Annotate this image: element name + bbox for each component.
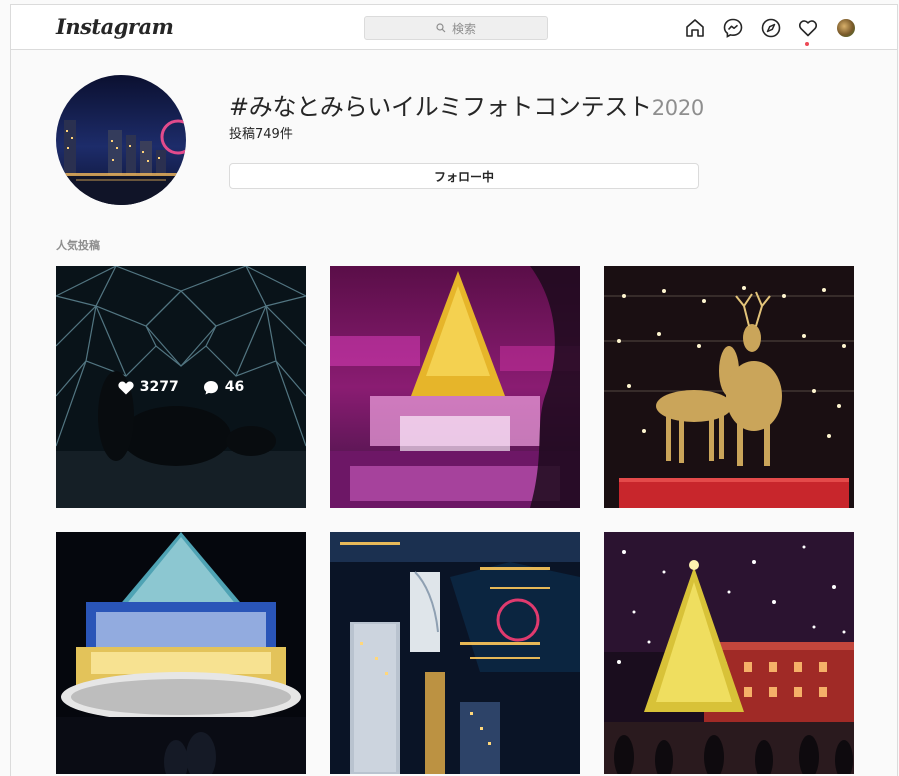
posts-count: 投稿749件 xyxy=(229,127,293,142)
home-button[interactable] xyxy=(684,17,706,39)
post-thumbnail[interactable] xyxy=(604,266,854,508)
comments-stat: 46 xyxy=(203,379,244,395)
top-posts-heading: 人気投稿 xyxy=(56,239,100,252)
post-thumbnail[interactable]: 3277 46 xyxy=(56,266,306,508)
top-navbar: Instagram 検索 xyxy=(11,5,897,50)
activity-button[interactable] xyxy=(797,17,819,39)
search-placeholder: 検索 xyxy=(451,21,476,36)
post-thumbnail[interactable] xyxy=(330,532,580,774)
post-thumbnail[interactable] xyxy=(330,266,580,508)
heart-icon xyxy=(798,20,818,37)
messenger-button[interactable] xyxy=(722,17,744,39)
notification-dot xyxy=(805,42,809,46)
hashtag-profile-image xyxy=(56,75,186,205)
heart-filled-icon xyxy=(118,381,134,394)
hashtag-year: 2020 xyxy=(651,96,705,120)
explore-button[interactable] xyxy=(760,17,782,39)
messenger-icon xyxy=(723,18,743,38)
browser-frame: Instagram 検索 #みなとみらいイルミフォトコンテスト2020 投稿74… xyxy=(10,4,898,776)
hashtag-name: #みなとみらいイルミフォトコンテスト xyxy=(229,93,652,121)
home-icon xyxy=(686,19,704,37)
likes-count: 3277 xyxy=(139,379,179,395)
explore-icon xyxy=(761,18,781,38)
post-thumbnail[interactable] xyxy=(56,532,306,774)
following-button[interactable]: フォロー中 xyxy=(229,163,699,189)
post-hover-overlay: 3277 46 xyxy=(56,266,306,508)
hashtag-title: #みなとみらいイルミフォトコンテスト2020 xyxy=(229,87,704,122)
instagram-logo[interactable]: Instagram xyxy=(56,14,174,39)
likes-stat: 3277 xyxy=(118,379,179,395)
comments-count: 46 xyxy=(224,379,245,395)
search-icon xyxy=(436,23,446,33)
post-thumbnail[interactable] xyxy=(604,532,854,774)
search-input[interactable]: 検索 xyxy=(364,16,548,40)
profile-avatar[interactable] xyxy=(837,19,855,37)
comment-filled-icon xyxy=(203,380,218,394)
